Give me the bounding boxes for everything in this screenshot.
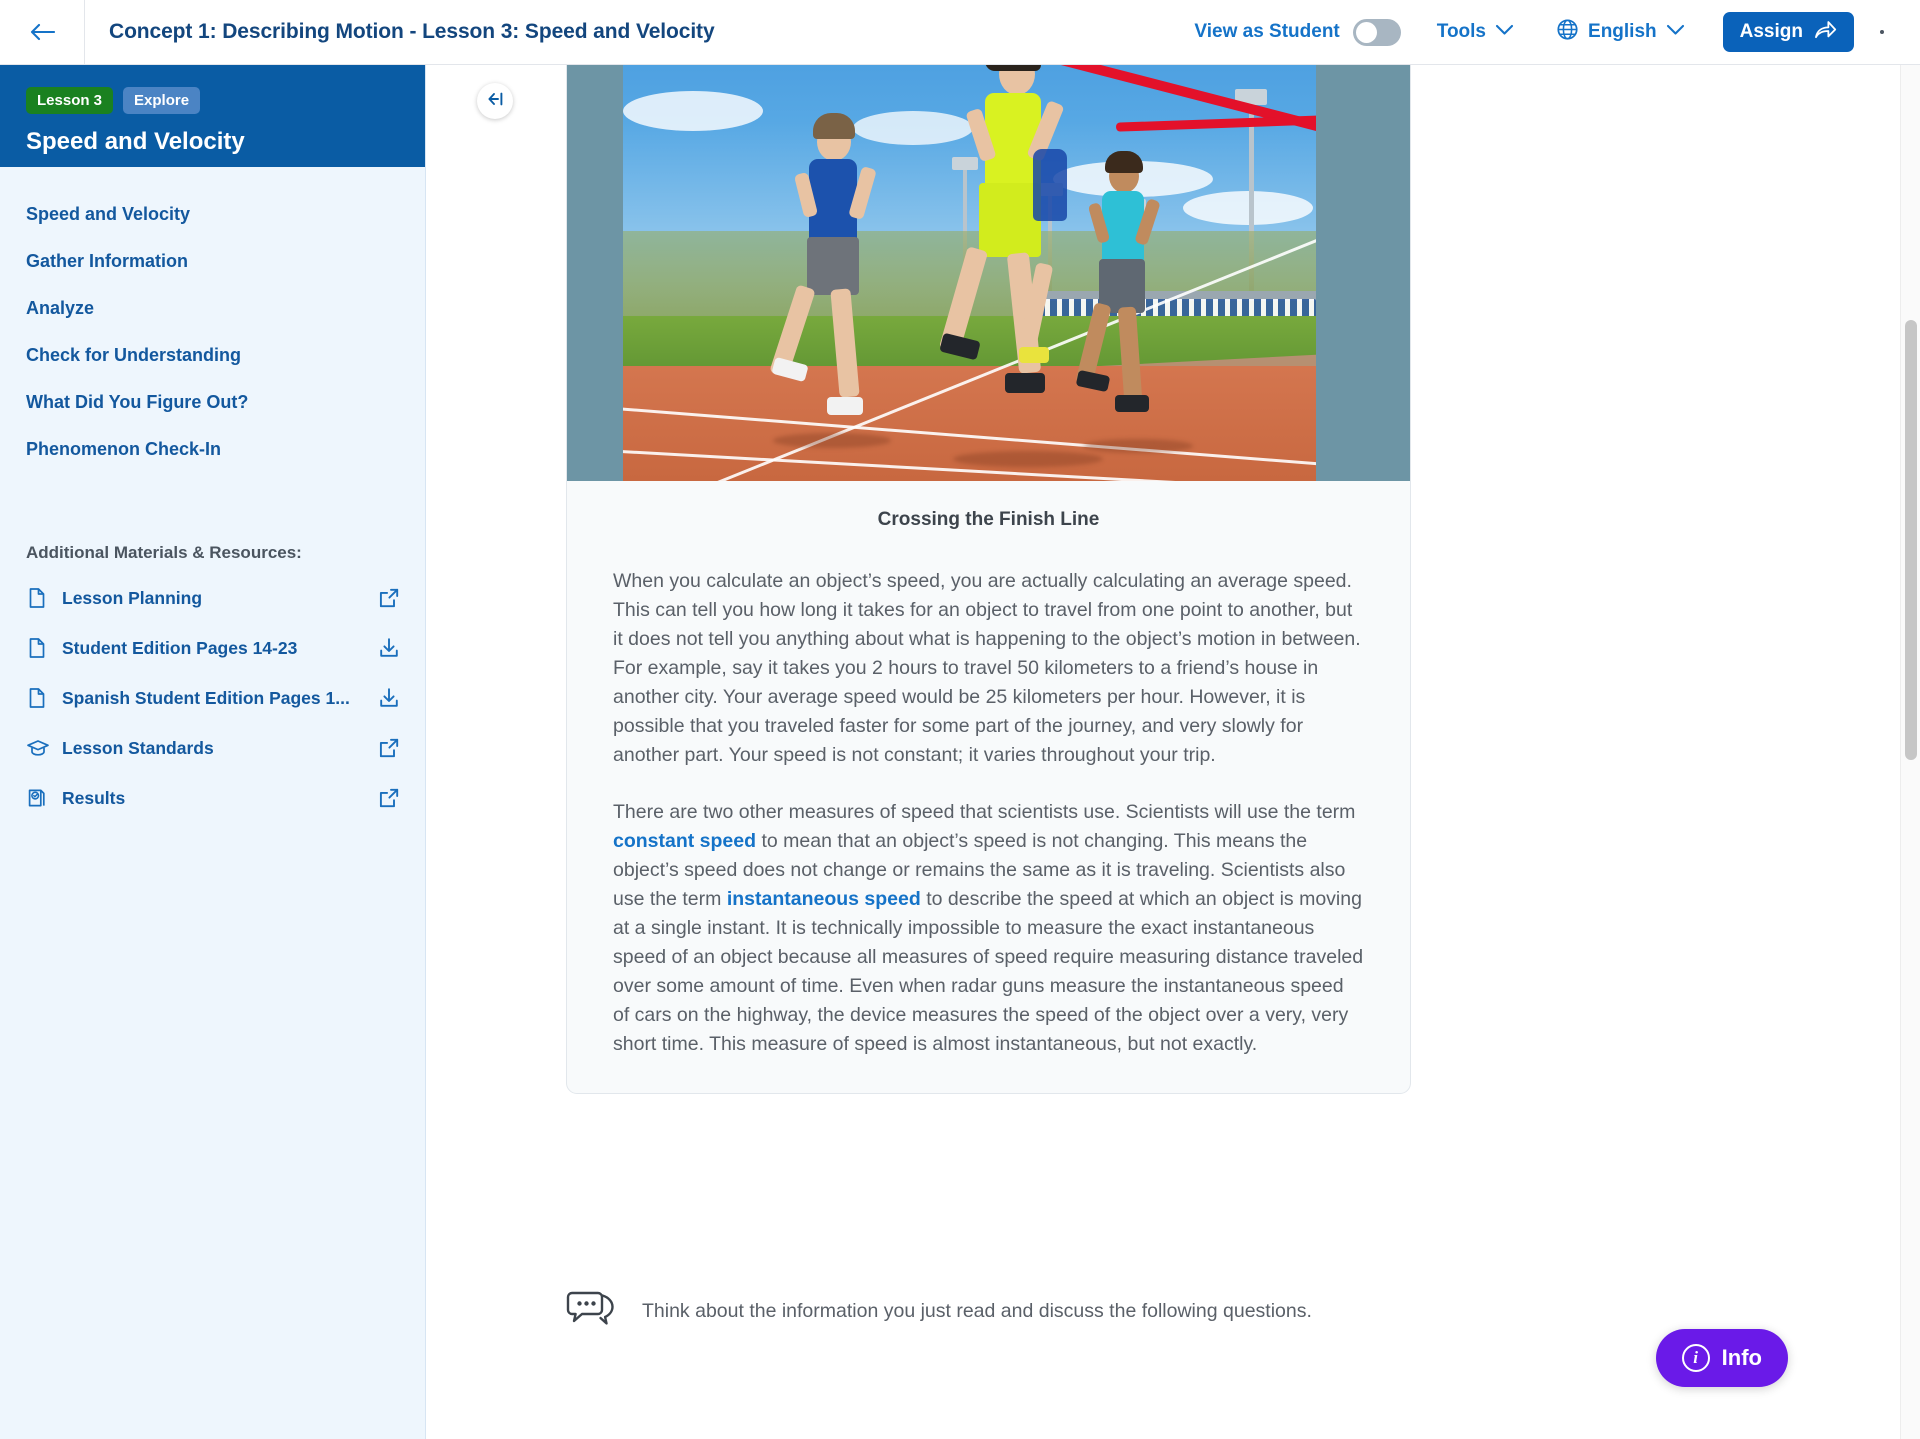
paragraph-2-part-c: to describe the speed at which an object… [613,888,1363,1055]
switch-knob [1356,22,1377,43]
sidebar-item-gather-information[interactable]: Gather Information [0,238,425,285]
sidebar-item-speed-and-velocity[interactable]: Speed and Velocity [0,191,425,238]
content-card: Crossing the Finish Line When you calcul… [566,65,1411,1094]
sidebar-item-check-for-understanding[interactable]: Check for Understanding [0,332,425,379]
info-button[interactable]: i Info [1656,1329,1788,1387]
chevron-down-icon [1666,23,1685,41]
discussion-prompt: Think about the information you just rea… [566,1287,1411,1336]
toolbar-actions: View as Student Tools English [1194,0,1920,64]
tools-menu[interactable]: Tools [1437,21,1514,43]
info-button-label: Info [1722,1345,1762,1371]
more-options-button[interactable] [1860,10,1904,54]
resource-item-results[interactable]: Results [0,773,425,823]
document-icon [26,637,48,659]
figure-frame [567,65,1410,481]
resource-label: Spanish Student Edition Pages 1... [62,688,363,709]
document-icon [26,587,48,609]
page-title: Concept 1: Describing Motion - Lesson 3:… [109,20,715,44]
view-as-student-switch[interactable] [1353,19,1401,46]
more-vertical-icon [1880,30,1884,34]
download-icon[interactable] [377,686,401,710]
discussion-text: Think about the information you just rea… [642,1287,1312,1326]
share-arrow-icon [1814,19,1837,46]
chevron-down-icon [1495,23,1514,41]
sidebar-item-what-did-you-figure-out[interactable]: What Did You Figure Out? [0,379,425,426]
lesson-content-area: Crossing the Finish Line When you calcul… [426,65,1898,1439]
document-icon [26,687,48,709]
sidebar-item-analyze[interactable]: Analyze [0,285,425,332]
top-toolbar: Concept 1: Describing Motion - Lesson 3:… [0,0,1920,65]
lesson-sidebar: Lesson 3 Explore Speed and Velocity Spee… [0,65,426,1439]
sidebar-collapse-button[interactable] [477,83,513,119]
arrow-left-icon [29,22,55,42]
info-circle-icon: i [1682,1344,1710,1372]
resource-label: Results [62,788,363,809]
page-scrollbar[interactable] [1900,65,1920,1439]
glossary-link-instantaneous-speed[interactable]: instantaneous speed [727,888,921,910]
paragraph-average-speed: When you calculate an object’s speed, yo… [567,567,1410,770]
view-as-student-label: View as Student [1194,21,1339,43]
toolbar-divider [84,0,85,64]
external-link-icon[interactable] [377,786,401,810]
sidebar-item-phenomenon-check-in[interactable]: Phenomenon Check-In [0,426,425,473]
speech-bubbles-icon [566,1287,616,1336]
assign-button[interactable]: Assign [1723,12,1854,52]
globe-icon [1556,18,1579,46]
paragraph-constant-instantaneous-speed: There are two other measures of speed th… [567,798,1410,1059]
resources-heading: Additional Materials & Resources: [0,473,425,573]
clipboard-check-icon [26,787,48,809]
resource-label: Lesson Standards [62,738,363,759]
language-label: English [1588,21,1657,43]
tools-label: Tools [1437,21,1486,43]
scrollbar-thumb[interactable] [1905,320,1917,760]
external-link-icon[interactable] [377,586,401,610]
phase-badge: Explore [123,87,200,114]
lesson-figure: Crossing the Finish Line [567,65,1410,531]
graduation-cap-icon [26,737,48,759]
resource-item-spanish-student-edition[interactable]: Spanish Student Edition Pages 1... [0,673,425,723]
sidebar-badges: Lesson 3 Explore [26,87,399,114]
external-link-icon[interactable] [377,736,401,760]
resource-item-lesson-planning[interactable]: Lesson Planning [0,573,425,623]
sidebar-title: Speed and Velocity [26,128,399,156]
figure-image [623,65,1316,481]
resource-label: Student Edition Pages 14-23 [62,638,363,659]
assign-button-label: Assign [1740,21,1803,43]
resource-item-lesson-standards[interactable]: Lesson Standards [0,723,425,773]
download-icon[interactable] [377,636,401,660]
paragraph-2-part-a: There are two other measures of speed th… [613,801,1355,823]
language-selector[interactable]: English [1556,18,1685,46]
sidebar-nav: Speed and Velocity Gather Information An… [0,167,425,473]
view-as-student-toggle-group[interactable]: View as Student [1194,19,1400,46]
collapse-left-icon [485,91,505,112]
lesson-badge: Lesson 3 [26,87,113,114]
sidebar-header: Lesson 3 Explore Speed and Velocity [0,65,425,167]
figure-caption: Crossing the Finish Line [567,481,1410,531]
back-button[interactable] [0,0,84,64]
resource-item-student-edition[interactable]: Student Edition Pages 14-23 [0,623,425,673]
glossary-link-constant-speed[interactable]: constant speed [613,830,756,852]
resource-label: Lesson Planning [62,588,363,609]
